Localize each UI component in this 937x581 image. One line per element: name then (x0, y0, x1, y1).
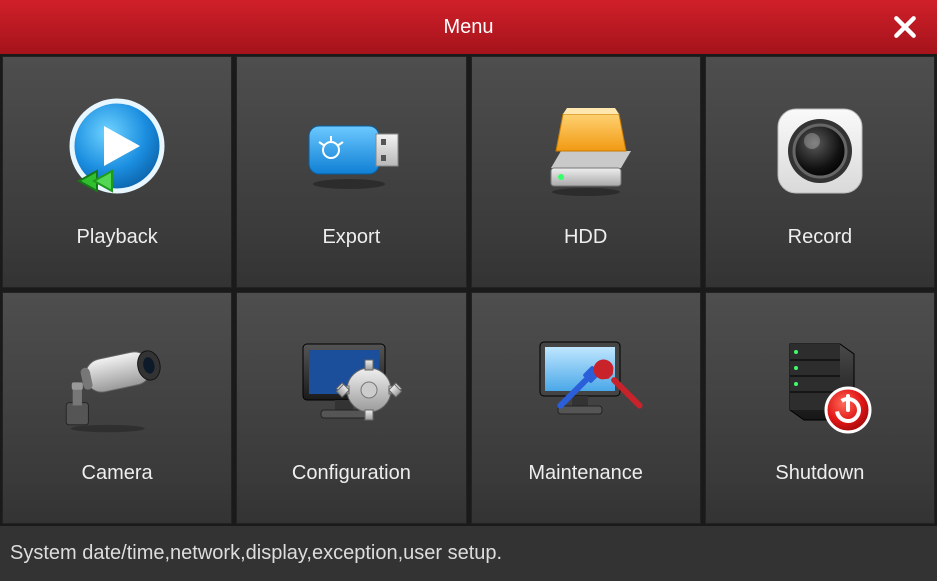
close-button[interactable] (891, 13, 919, 41)
hdd-icon (526, 96, 646, 206)
tile-label: Configuration (292, 462, 411, 485)
tile-label: Playback (77, 226, 158, 249)
tile-shutdown[interactable]: Shutdown (705, 292, 935, 524)
tile-hdd[interactable]: HDD (471, 56, 701, 288)
tile-label: Export (322, 226, 380, 249)
menu-title: Menu (443, 16, 493, 39)
camera-icon (57, 332, 177, 442)
maintenance-icon (526, 332, 646, 442)
close-icon (892, 14, 918, 40)
menu-grid: Playback (0, 54, 937, 526)
tile-camera[interactable]: Camera (2, 292, 232, 524)
record-icon (760, 96, 880, 206)
footer-hint: System date/time,network,display,excepti… (10, 542, 502, 565)
menu-header: Menu (0, 0, 937, 54)
playback-icon (57, 96, 177, 206)
tile-label: Record (788, 226, 852, 249)
tile-label: HDD (564, 226, 607, 249)
export-icon (291, 96, 411, 206)
tile-record[interactable]: Record (705, 56, 935, 288)
tile-export[interactable]: Export (236, 56, 466, 288)
footer-hint-bar: System date/time,network,display,excepti… (0, 526, 937, 581)
tile-maintenance[interactable]: Maintenance (471, 292, 701, 524)
tile-label: Maintenance (528, 462, 643, 485)
configuration-icon (291, 332, 411, 442)
tile-label: Camera (82, 462, 153, 485)
tile-label: Shutdown (775, 462, 864, 485)
tile-playback[interactable]: Playback (2, 56, 232, 288)
shutdown-icon (760, 332, 880, 442)
tile-configuration[interactable]: Configuration (236, 292, 466, 524)
